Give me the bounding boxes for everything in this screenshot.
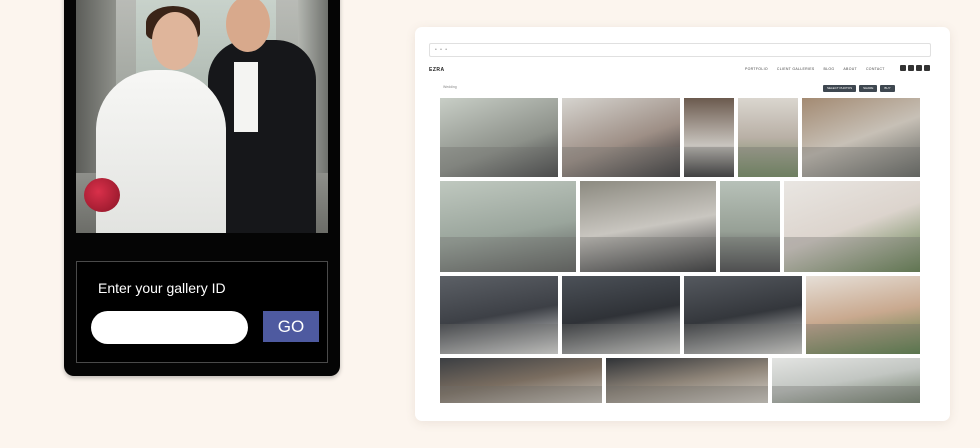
- address-bar: • • •: [429, 43, 931, 57]
- breadcrumb[interactable]: Wedding: [443, 85, 457, 89]
- wedding-couple-photo: [76, 0, 328, 233]
- phone-mockup: Enter your gallery ID GO: [64, 0, 340, 376]
- buy-button[interactable]: BUY: [880, 85, 895, 92]
- nav-portfolio[interactable]: PORTFOLIO: [745, 67, 768, 71]
- facebook-icon[interactable]: [900, 65, 906, 71]
- gallery-photo[interactable]: [684, 98, 734, 177]
- gallery-photo[interactable]: [562, 98, 680, 177]
- nav-contact[interactable]: CONTACT: [866, 67, 885, 71]
- site-logo[interactable]: EZRA: [429, 67, 445, 73]
- instagram-icon[interactable]: [908, 65, 914, 71]
- gallery-photo[interactable]: [562, 276, 680, 354]
- url-dots: • • •: [435, 47, 449, 53]
- nav-about[interactable]: ABOUT: [843, 67, 857, 71]
- gallery-photo[interactable]: [720, 181, 780, 272]
- gallery-photo[interactable]: [784, 181, 920, 272]
- gallery-photo[interactable]: [580, 181, 716, 272]
- social-icons: [900, 65, 930, 71]
- gallery-id-form: Enter your gallery ID GO: [76, 261, 328, 363]
- gallery-photo[interactable]: [440, 98, 558, 177]
- share-button[interactable]: SHARE: [859, 85, 878, 92]
- photo-gallery-grid: [440, 98, 920, 403]
- twitter-icon[interactable]: [916, 65, 922, 71]
- nav-blog[interactable]: BLOG: [823, 67, 834, 71]
- browser-mockup: • • • EZRA PORTFOLIO CLIENT GALLERIES BL…: [415, 27, 950, 421]
- gallery-photo[interactable]: [802, 98, 920, 177]
- site-nav: PORTFOLIO CLIENT GALLERIES BLOG ABOUT CO…: [745, 67, 885, 71]
- nav-client-galleries[interactable]: CLIENT GALLERIES: [777, 67, 815, 71]
- gallery-photo[interactable]: [738, 98, 798, 177]
- gallery-photo[interactable]: [606, 358, 768, 403]
- select-photos-button[interactable]: SELECT PHOTOS: [823, 85, 857, 92]
- gallery-id-label: Enter your gallery ID: [98, 280, 226, 296]
- gallery-photo[interactable]: [684, 276, 802, 354]
- gallery-photo[interactable]: [806, 276, 920, 354]
- gallery-id-input[interactable]: [91, 311, 248, 344]
- gallery-photo[interactable]: [440, 181, 576, 272]
- gallery-photo[interactable]: [440, 276, 558, 354]
- go-button[interactable]: GO: [263, 311, 319, 342]
- gallery-photo[interactable]: [440, 358, 602, 403]
- gallery-actions: SELECT PHOTOS SHARE BUY: [823, 85, 895, 92]
- gallery-photo[interactable]: [772, 358, 920, 403]
- email-icon[interactable]: [924, 65, 930, 71]
